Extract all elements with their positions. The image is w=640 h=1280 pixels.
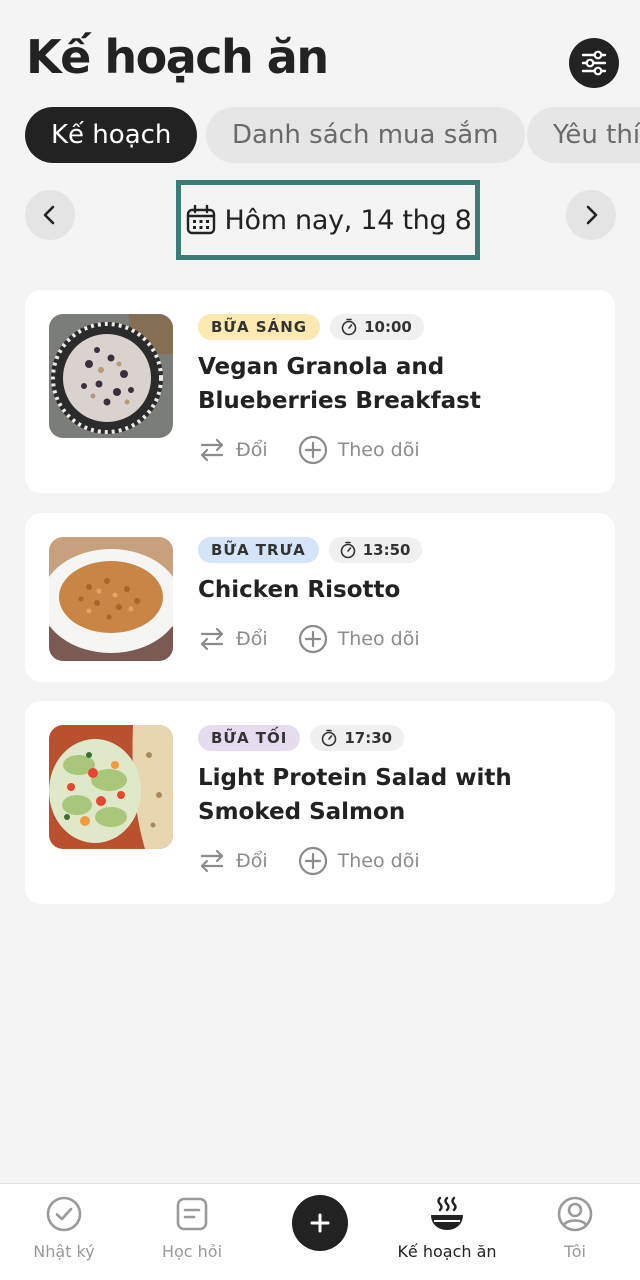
meal-tags: BỮA TRƯA 13:50 [198,537,423,563]
track-label: Theo dõi [337,439,420,461]
meal-time: 17:30 [344,729,393,747]
meal-card-dinner[interactable]: BỮA TỐI 17:30 Light Protein Salad with S… [25,701,615,904]
meal-actions: Đổi Theo dõi [198,432,450,468]
chevron-left-icon [43,205,55,225]
plus-icon [310,1213,330,1233]
date-label: Hôm nay, 14 thg 8 [224,204,472,236]
header: Kế hoạch ăn [0,0,640,100]
stopwatch-icon [322,729,337,747]
calendar-icon [186,204,215,235]
nav-profile[interactable]: Tôi [511,1194,639,1274]
nav-diary-label: Nhật ký [33,1242,95,1261]
profile-icon [557,1196,593,1232]
nav-profile-label: Tôi [564,1242,586,1261]
meal-tags: BỮA SÁNG 10:00 [198,314,424,340]
track-button[interactable]: Theo dõi [298,624,420,654]
time-badge: 10:00 [330,314,424,340]
time-badge: 17:30 [310,725,405,751]
plus-circle-icon [298,846,327,876]
meal-time: 13:50 [362,541,411,559]
nav-learn-label: Học hỏi [161,1242,223,1261]
date-navigator: Hôm nay, 14 thg 8 [0,180,640,260]
swap-label: Đổi [236,439,268,461]
meal-time: 10:00 [364,318,412,336]
swap-arrows-icon [200,849,224,873]
meal-card-breakfast[interactable]: BỮA SÁNG 10:00 Vegan Granola and Blueber… [25,290,615,493]
document-icon [176,1197,208,1231]
swap-label: Đổi [236,850,268,872]
sliders-icon [581,50,607,76]
meal-card-lunch[interactable]: BỮA TRƯA 13:50 Chicken Risotto Đổi Theo … [25,513,615,682]
swap-button[interactable]: Đổi [198,847,268,875]
track-button[interactable]: Theo dõi [298,435,420,465]
filter-button[interactable] [569,38,619,88]
date-selector[interactable]: Hôm nay, 14 thg 8 [176,180,480,260]
tab-favorites[interactable]: Yêu thích [527,107,640,163]
swap-button[interactable]: Đổi [198,625,268,653]
track-button[interactable]: Theo dõi [298,846,420,876]
meal-type-badge: BỮA TỐI [198,725,301,751]
swap-label: Đổi [236,628,268,650]
meal-image-risotto [49,537,173,661]
recipe-title[interactable]: Chicken Risotto [198,573,598,607]
check-circle-icon [46,1196,82,1232]
meal-actions: Đổi Theo dõi [198,843,450,879]
recipe-title[interactable]: Vegan Granola and Blueberries Breakfast [198,350,598,418]
plus-circle-icon [298,624,327,654]
meal-type-badge: BỮA TRƯA [198,537,319,563]
previous-day-button[interactable] [25,190,75,240]
swap-arrows-icon [200,438,224,462]
meal-image-salad [49,725,173,849]
meal-tags: BỮA TỐI 17:30 [198,725,405,751]
meal-type-badge: BỮA SÁNG [198,314,321,340]
time-badge: 13:50 [328,537,423,563]
plus-circle-icon [298,435,327,465]
chevron-right-icon [586,205,598,225]
track-label: Theo dõi [337,628,420,650]
tab-bar: Kế hoạch Danh sách mua sắm Yêu thích [0,107,640,163]
tab-plan[interactable]: Kế hoạch [25,107,198,163]
steaming-bowl-icon [431,1196,463,1230]
recipe-title[interactable]: Light Protein Salad with Smoked Salmon [198,761,598,829]
nav-meal-plan-label: Kế hoạch ăn [397,1242,497,1261]
swap-arrows-icon [200,627,224,651]
swap-button[interactable]: Đổi [198,436,268,464]
next-day-button[interactable] [566,190,616,240]
tab-shopping-list[interactable]: Danh sách mua sắm [206,107,525,163]
meal-image-granola [49,314,173,438]
track-label: Theo dõi [337,850,420,872]
stopwatch-icon [341,318,357,336]
stopwatch-icon [340,541,356,559]
nav-meal-plan[interactable]: Kế hoạch ăn [383,1194,511,1274]
page-title: Kế hoạch ăn [26,30,329,84]
bottom-navigation: Nhật ký Học hỏi Kế hoạch ăn Tôi [0,1183,640,1280]
nav-diary[interactable]: Nhật ký [0,1194,128,1274]
nav-learn[interactable]: Học hỏi [128,1194,256,1274]
meal-actions: Đổi Theo dõi [198,621,450,657]
add-button[interactable] [292,1195,348,1251]
